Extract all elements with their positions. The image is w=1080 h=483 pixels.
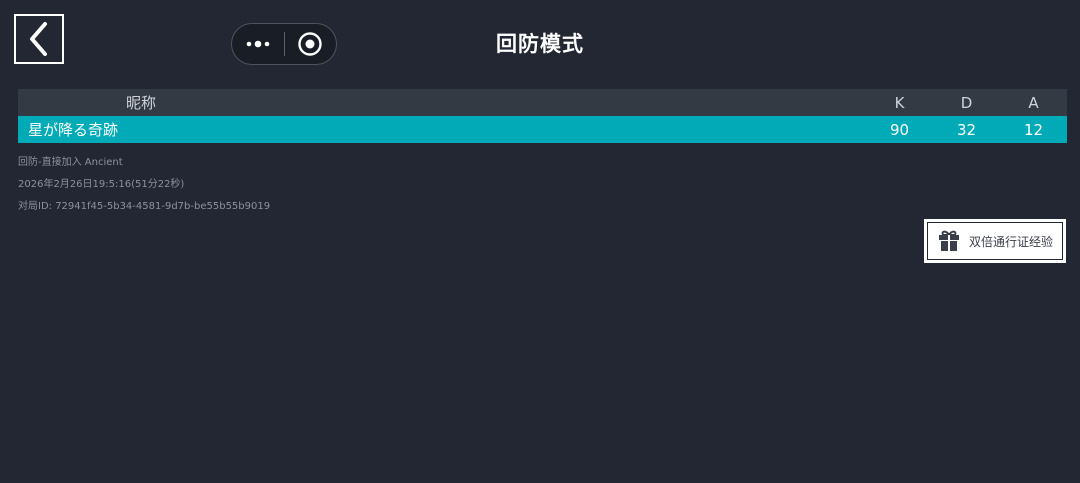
player-name: 星が降る奇跡 [28, 121, 119, 139]
match-id: 对局ID: 72941f45-5b34-4581-9d7b-be55b55b90… [18, 201, 271, 212]
double-xp-button[interactable]: 双倍通行证经验 [924, 219, 1066, 263]
match-time: 2026年2月26日19:5:16(51分22秒) [18, 179, 185, 190]
double-xp-label: 双倍通行证经验 [969, 234, 1054, 249]
column-header-deaths: D [960, 93, 973, 112]
column-header-name: 昵称 [126, 94, 157, 112]
table-header-row: 昵称 K D A [18, 89, 1067, 116]
column-header-kills: K [894, 93, 905, 112]
player-assists: 12 [1023, 120, 1044, 139]
scoreboard-table: 昵称 K D A 星が降る奇跡 90 32 12 [18, 89, 1067, 143]
player-deaths: 32 [956, 120, 977, 139]
match-mode-map: 回防-直接加入 Ancient [18, 157, 123, 168]
column-header-assists: A [1028, 93, 1039, 112]
double-xp-button-frame: 双倍通行证经验 [927, 222, 1063, 260]
player-kills: 90 [889, 120, 910, 139]
table-row[interactable]: 星が降る奇跡 90 32 12 [18, 116, 1067, 143]
page-title: 回防模式 [496, 32, 584, 56]
gift-icon [938, 230, 960, 252]
